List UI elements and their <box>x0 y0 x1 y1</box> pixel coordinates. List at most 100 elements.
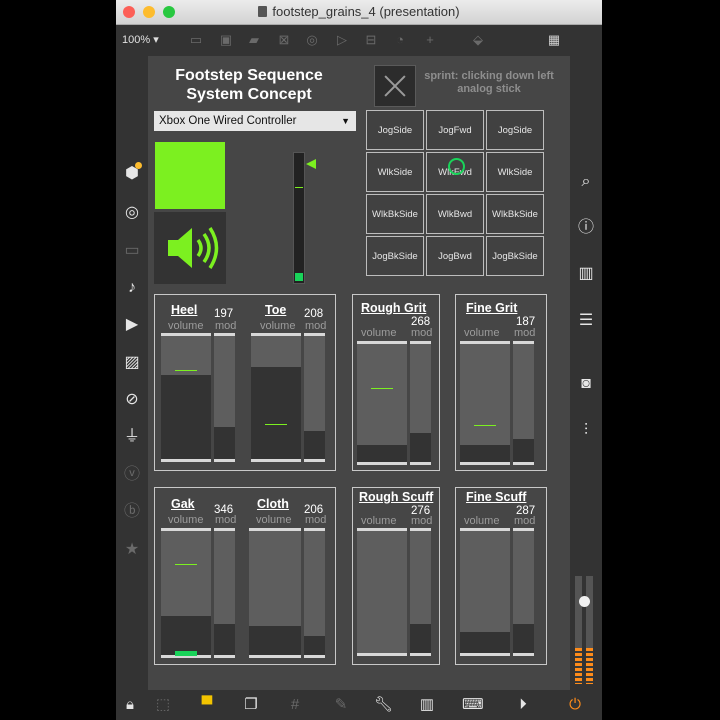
left-sidebar: ⬢ ◎ ▭ ♪ ▶ ▨ ⊘ ⏚ ⓥ ⓑ ★ <box>116 56 148 690</box>
fine-grit-label: Fine Grit <box>466 301 518 315</box>
heel-volume-fader[interactable] <box>161 333 211 462</box>
fine-grit-panel: Fine Grit 187 volume mod <box>455 294 547 471</box>
grid-cell[interactable]: WlkSide <box>366 152 424 192</box>
grid-cell[interactable]: WlkBwd <box>426 194 484 234</box>
video-icon[interactable]: ▶ <box>122 315 142 335</box>
grid-cell[interactable]: WlkBkSide <box>486 194 544 234</box>
presentation-mode-icon[interactable]: ▀ <box>198 696 216 714</box>
audio-toggle-button[interactable] <box>154 212 226 284</box>
rough-scuff-label: Rough Scuff <box>359 490 434 504</box>
grid-cell[interactable]: JogBwd <box>426 236 484 276</box>
gak-mod-fader[interactable] <box>214 528 235 658</box>
grid-icon[interactable]: # <box>286 696 304 714</box>
title-line-1: Footstep Sequence <box>175 67 323 84</box>
fine-scuff-mod-label: mod <box>514 515 536 527</box>
paperclip-icon[interactable]: ⊘ <box>122 390 142 410</box>
cloth-volume-label: volume <box>256 514 292 526</box>
gak-volume-fader[interactable] <box>161 528 211 658</box>
grid-cell-active[interactable]: WlkFwd <box>426 152 484 192</box>
book-icon[interactable]: ▥ <box>576 264 596 284</box>
lock-icon[interactable]: 🔒︎ <box>121 696 139 714</box>
new-object-icon[interactable]: ✎ <box>332 696 350 714</box>
comment-icon[interactable]: ▰ <box>246 32 262 48</box>
cloth-mod-label: mod <box>305 514 327 526</box>
volume-knob[interactable] <box>579 596 590 607</box>
toe-label: Toe <box>265 303 287 317</box>
split-icon[interactable]: ⊟ <box>363 32 379 48</box>
camera-icon[interactable]: ◙ <box>576 374 596 394</box>
play-circle-icon[interactable]: ⏵ <box>514 696 532 714</box>
fine-grit-mod-label: mod <box>514 327 536 339</box>
keyboard-icon[interactable]: ⌨ <box>462 696 484 714</box>
paint-bucket-icon[interactable]: ⬙ <box>470 32 486 48</box>
grid-cell[interactable]: JogBkSide <box>486 236 544 276</box>
title-bar: footstep_grains_4 (presentation) <box>116 0 602 25</box>
window-icon[interactable]: ▭ <box>188 32 204 48</box>
fine-scuff-volume-fader[interactable] <box>460 528 510 656</box>
controller-dropdown-value: Xbox One Wired Controller <box>159 115 297 127</box>
sprint-toggle-button[interactable] <box>374 65 416 107</box>
slider-handle[interactable] <box>295 273 303 281</box>
windows-icon[interactable]: ❐ <box>242 696 260 714</box>
toe-mod-fader[interactable] <box>304 333 325 462</box>
mixer-icon[interactable]: ⫶ <box>576 421 596 441</box>
rough-scuff-volume-label: volume <box>361 515 397 527</box>
grid-view-icon[interactable]: ▦ <box>546 32 562 48</box>
add-icon[interactable]: + <box>422 32 438 48</box>
slider-marker <box>295 187 303 188</box>
fine-grit-volume-fader[interactable] <box>460 341 510 465</box>
grid-cell[interactable]: JogSide <box>486 110 544 150</box>
info-icon[interactable]: ⓘ <box>576 218 596 238</box>
page-title: Footstep Sequence System Concept <box>168 66 330 104</box>
heel-label: Heel <box>171 303 198 317</box>
b-badge-icon[interactable]: ⓑ <box>122 502 142 522</box>
activity-indicator <box>155 142 225 209</box>
speed-slider[interactable] <box>293 152 316 284</box>
mute-icon[interactable]: ⊠ <box>276 32 292 48</box>
cloth-mod-fader[interactable] <box>304 528 325 658</box>
plug-icon[interactable]: ⏚ <box>122 427 142 447</box>
grid-cell[interactable]: JogSide <box>366 110 424 150</box>
inspector-icon[interactable]: ◎ <box>304 32 320 48</box>
zoom-level: 100% <box>122 34 151 46</box>
fine-scuff-mod-fader[interactable] <box>513 528 534 656</box>
piano-icon[interactable]: ▥ <box>418 696 436 714</box>
play-icon[interactable]: ▷ <box>334 32 350 48</box>
search-icon[interactable]: ⌕ <box>576 172 596 192</box>
fine-grit-mod-fader[interactable] <box>513 341 534 465</box>
gak-volume-label: volume <box>168 514 204 526</box>
grid-cell[interactable]: WlkBkSide <box>366 194 424 234</box>
grid-cell[interactable]: JogBkSide <box>366 236 424 276</box>
heel-mod-fader[interactable] <box>214 333 235 462</box>
presentation-icon[interactable]: ▣ <box>218 32 234 48</box>
rough-scuff-volume-fader[interactable] <box>357 528 407 656</box>
power-icon[interactable]: ⏻ <box>566 696 584 714</box>
image-icon[interactable]: ▨ <box>122 353 142 373</box>
rough-grit-mod-fader[interactable] <box>410 341 431 465</box>
wrench-icon[interactable]: 🔧︎ <box>374 696 393 714</box>
cloth-volume-fader[interactable] <box>249 528 301 658</box>
grid-cell[interactable]: WlkSide <box>486 152 544 192</box>
target-icon[interactable]: ◎ <box>122 203 142 223</box>
document-icon <box>258 6 268 17</box>
screen-icon[interactable]: ▭ <box>122 241 142 261</box>
v-badge-icon[interactable]: ⓥ <box>122 465 142 485</box>
zoom-select[interactable]: 100% ▾ <box>122 33 159 46</box>
gak-cloth-panel: Gak 346 volume mod Cloth 206 volume mod <box>154 487 336 665</box>
patcher-canvas[interactable]: Footstep Sequence System Concept sprint:… <box>148 56 570 690</box>
controller-dropdown[interactable]: Xbox One Wired Controller ▼ <box>154 111 356 131</box>
gak-mod-label: mod <box>215 514 237 526</box>
star-icon[interactable]: ★ <box>122 540 142 560</box>
clock-icon[interactable]: ◔ <box>392 32 408 48</box>
gak-trigger-indicator <box>175 651 197 656</box>
rough-grit-label: Rough Grit <box>361 301 427 315</box>
cube-icon[interactable]: ⬢ <box>122 162 142 184</box>
select-icon[interactable]: ⬚ <box>154 696 172 714</box>
meter-left-channel <box>575 576 582 684</box>
music-note-icon[interactable]: ♪ <box>122 278 142 298</box>
list-icon[interactable]: ☰ <box>576 311 596 331</box>
toe-volume-fader[interactable] <box>251 333 301 462</box>
rough-scuff-mod-fader[interactable] <box>410 528 431 656</box>
grid-cell[interactable]: JogFwd <box>426 110 484 150</box>
rough-grit-volume-fader[interactable] <box>357 341 407 465</box>
